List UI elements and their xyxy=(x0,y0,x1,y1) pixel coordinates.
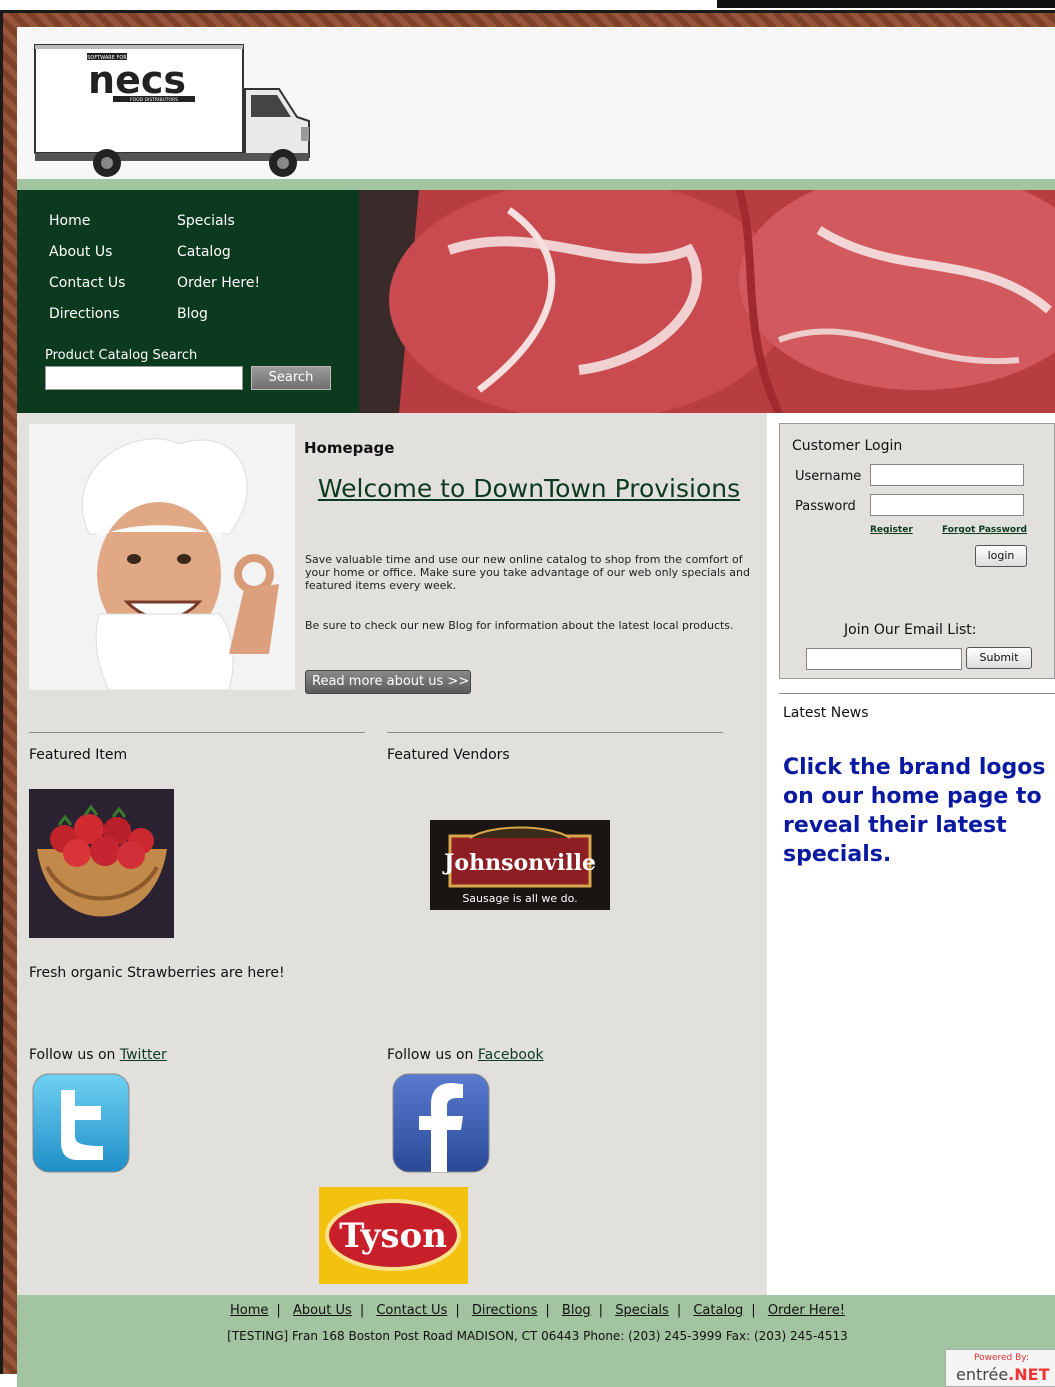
powered-by-entree-badge[interactable]: Powered By: entrée.NET xyxy=(945,1349,1055,1387)
footer-link-contact-us[interactable]: Contact Us xyxy=(376,1303,447,1318)
featured-item-title: Featured Item xyxy=(29,747,128,763)
header: SOFTWARE FOR necs FOOD DISTRIBUTORS xyxy=(17,27,1055,179)
footer-link-directions[interactable]: Directions xyxy=(472,1303,538,1318)
entree-word: entrée xyxy=(956,1365,1009,1384)
password-label: Password xyxy=(795,499,856,514)
top-black-bar xyxy=(717,0,1055,8)
blog-paragraph: Be sure to check our new Blog for inform… xyxy=(305,619,734,632)
tyson-logo[interactable]: Tyson xyxy=(319,1187,468,1284)
footer-separator: | xyxy=(751,1303,756,1318)
nav-home[interactable]: Home xyxy=(49,213,90,229)
facebook-icon[interactable] xyxy=(391,1072,491,1174)
page-frame: SOFTWARE FOR necs FOOD DISTRIBUTORS Home… xyxy=(0,10,1055,1387)
follow-facebook-prefix: Follow us on xyxy=(387,1047,478,1063)
meat-banner-image xyxy=(359,190,1055,413)
follow-twitter-prefix: Follow us on xyxy=(29,1047,120,1063)
footer-nav: Home | About Us | Contact Us | Directions | … xyxy=(17,1303,1055,1318)
footer-link-catalog[interactable]: Catalog xyxy=(693,1303,743,1318)
search-button[interactable]: Search xyxy=(251,366,331,390)
green-divider-strip xyxy=(17,179,1055,190)
johnsonville-text: Johnsonville xyxy=(442,850,596,876)
email-submit-button[interactable]: Submit xyxy=(966,647,1032,669)
news-promo-text: Click the brand logos on our home page t… xyxy=(783,755,1046,867)
johnsonville-logo[interactable]: Johnsonville Sausage is all we do. xyxy=(430,820,610,910)
featured-item-caption: Fresh organic Strawberries are here! xyxy=(29,965,285,981)
email-input[interactable] xyxy=(806,648,962,670)
follow-facebook: Follow us on Facebook xyxy=(387,1047,544,1063)
tyson-text: Tyson xyxy=(339,1216,447,1256)
featured-vendors-title: Featured Vendors xyxy=(387,747,510,763)
entree-logo-text: entrée.NET xyxy=(956,1365,1049,1384)
net-word: .NET xyxy=(1008,1365,1050,1384)
footer-link-about-us[interactable]: About Us xyxy=(293,1303,352,1318)
featured-vendors-divider xyxy=(387,732,723,733)
necs-truck-logo[interactable]: SOFTWARE FOR necs FOOD DISTRIBUTORS xyxy=(29,39,319,177)
footer-address: [TESTING] Fran 168 Boston Post Road MADI… xyxy=(227,1329,848,1343)
twitter-link[interactable]: Twitter xyxy=(120,1047,167,1063)
nav-catalog[interactable]: Catalog xyxy=(177,244,231,260)
johnsonville-tagline: Sausage is all we do. xyxy=(462,892,577,905)
logo-text: necs xyxy=(88,58,186,102)
navigation-panel: Home Specials About Us Catalog Contact U… xyxy=(17,190,359,413)
nav-specials[interactable]: Specials xyxy=(177,213,235,229)
email-list-title: Join Our Email List: xyxy=(844,622,977,638)
nav-about-us[interactable]: About Us xyxy=(49,244,112,260)
footer-separator: | xyxy=(359,1303,365,1318)
footer-separator: | xyxy=(676,1303,682,1318)
catalog-search-input[interactable] xyxy=(45,366,243,390)
intro-paragraph: Save valuable time and use our new onlin… xyxy=(305,553,750,592)
news-divider xyxy=(779,693,1055,694)
nav-order-here[interactable]: Order Here! xyxy=(177,275,260,291)
welcome-title: Welcome to DownTown Provisions xyxy=(317,474,741,503)
search-label: Product Catalog Search xyxy=(45,348,198,363)
right-sidebar: Customer Login Username Password Registe… xyxy=(767,413,1055,1295)
read-more-button[interactable]: Read more about us >> xyxy=(305,670,471,694)
footer-link-specials[interactable]: Specials xyxy=(615,1303,669,1318)
footer-link-home[interactable]: Home xyxy=(230,1303,268,1318)
latest-news-title: Latest News xyxy=(783,705,869,721)
featured-item-divider xyxy=(29,732,365,733)
page-heading: Homepage xyxy=(304,439,395,457)
login-box: Customer Login Username Password Registe… xyxy=(779,423,1055,679)
powered-by-label: Powered By: xyxy=(974,1353,1030,1363)
footer-link-blog[interactable]: Blog xyxy=(562,1303,591,1318)
strawberry-photo[interactable] xyxy=(29,789,174,938)
follow-twitter: Follow us on Twitter xyxy=(29,1047,167,1063)
username-label: Username xyxy=(795,469,862,484)
nav-directions[interactable]: Directions xyxy=(49,306,120,322)
username-input[interactable] xyxy=(870,464,1024,486)
footer: Home | About Us | Contact Us | Directions | … xyxy=(17,1295,1055,1387)
password-input[interactable] xyxy=(870,494,1024,516)
nav-contact-us[interactable]: Contact Us xyxy=(49,275,125,291)
footer-link-order-here[interactable]: Order Here! xyxy=(768,1303,845,1318)
register-link[interactable]: Register xyxy=(870,525,913,535)
logo-tag-bottom: FOOD DISTRIBUTORS xyxy=(130,97,178,103)
nav-blog[interactable]: Blog xyxy=(177,306,208,322)
footer-separator: | xyxy=(276,1303,281,1318)
footer-separator: | xyxy=(455,1303,460,1318)
login-title: Customer Login xyxy=(792,438,903,454)
login-button[interactable]: login xyxy=(975,545,1027,567)
footer-separator: | xyxy=(598,1303,604,1318)
page-container: SOFTWARE FOR necs FOOD DISTRIBUTORS Home… xyxy=(17,27,1055,1387)
footer-separator: | xyxy=(545,1303,550,1318)
forgot-password-link[interactable]: Forgot Password xyxy=(942,525,1027,535)
chef-photo xyxy=(29,424,295,690)
twitter-icon[interactable] xyxy=(31,1072,131,1174)
facebook-link[interactable]: Facebook xyxy=(478,1047,544,1063)
